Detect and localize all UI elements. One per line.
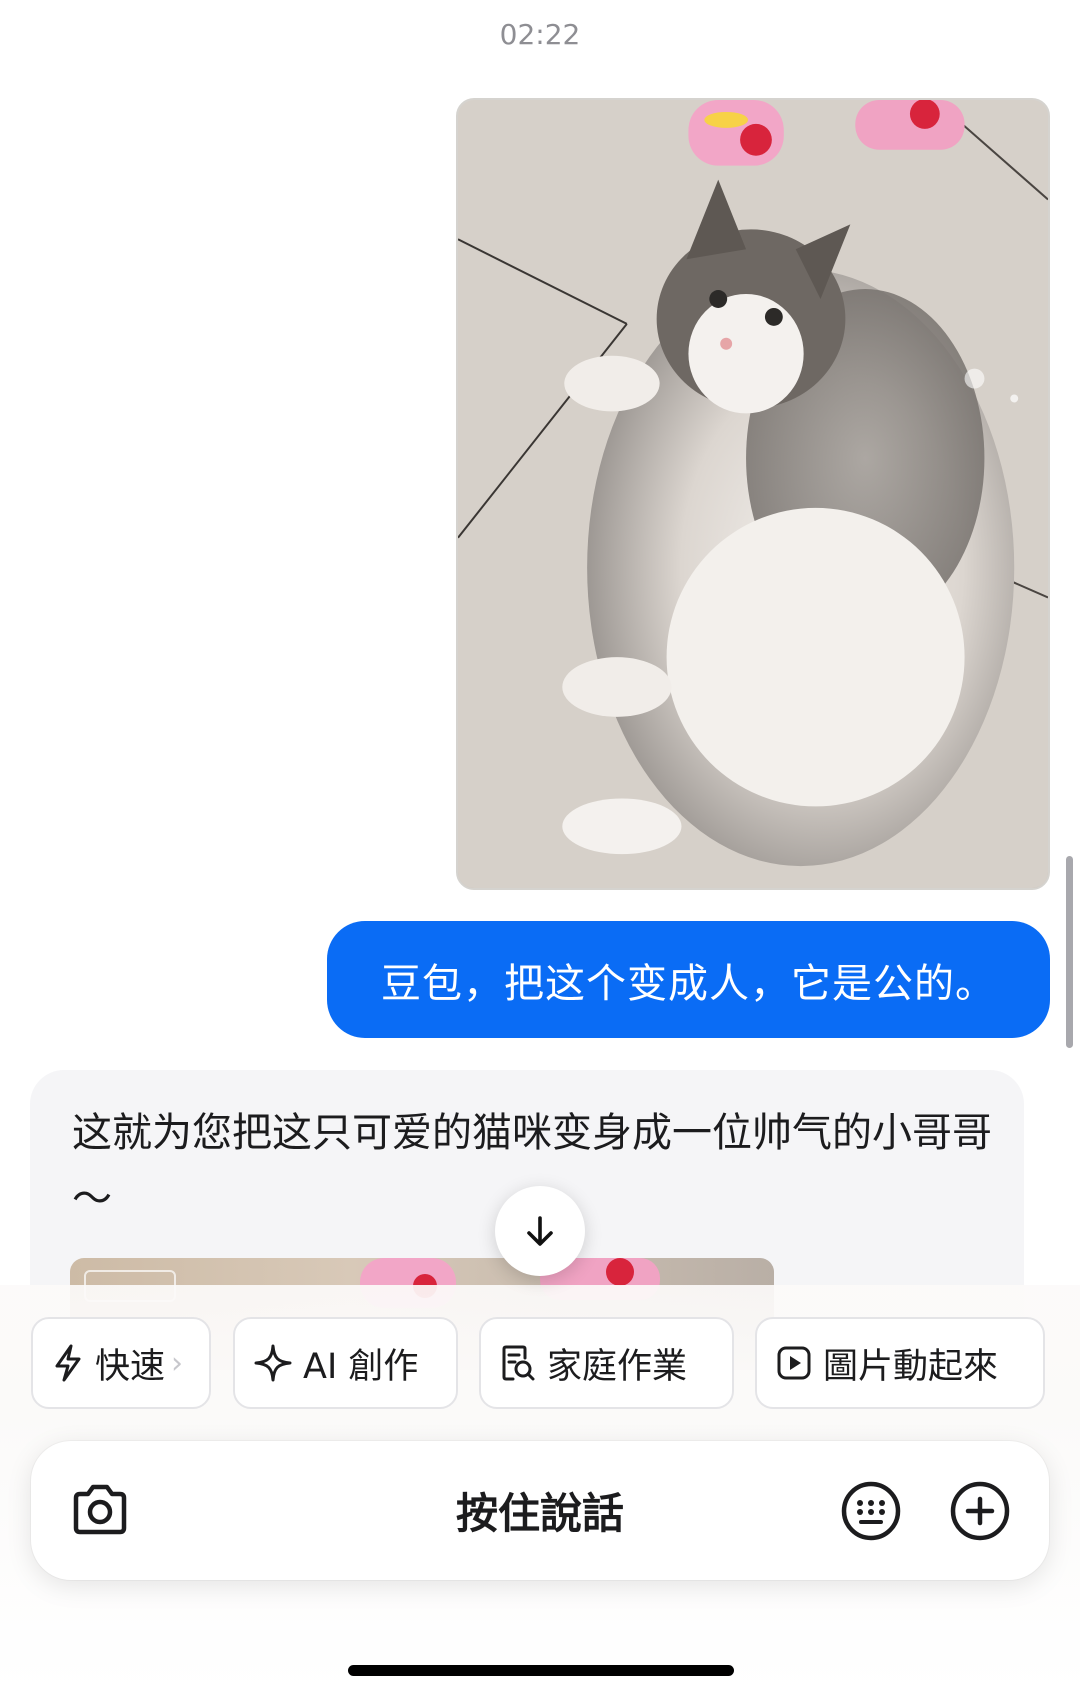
chip-quick[interactable]: 快速 › (31, 1317, 211, 1409)
sent-cat-photo[interactable] (456, 98, 1050, 890)
arrow-down-icon (527, 1216, 553, 1246)
lightning-icon (55, 1344, 81, 1382)
cat-photo-image (458, 100, 1048, 888)
chip-animate-image-label: 圖片動起來 (823, 1346, 999, 1387)
chat-screen: 02:22 豆包，把这个变成人，它是公的。 这就为您把这只可爱的猫咪变身成一位帅… (0, 0, 1080, 1697)
chip-homework[interactable]: 家庭作業 (479, 1317, 734, 1409)
scroll-to-bottom-button[interactable] (495, 1186, 585, 1276)
document-search-icon (502, 1345, 535, 1381)
play-icon (777, 1346, 811, 1380)
chip-ai-create[interactable]: AI 創作 (233, 1317, 458, 1409)
camera-icon[interactable] (65, 1476, 135, 1546)
chevron-right-icon: › (171, 1345, 184, 1381)
keyboard-icon[interactable] (836, 1476, 906, 1546)
home-indicator[interactable] (348, 1665, 734, 1676)
plus-icon[interactable] (945, 1476, 1015, 1546)
sparkle-icon (254, 1344, 292, 1382)
chip-ai-create-label: AI 創作 (303, 1346, 419, 1387)
chip-homework-label: 家庭作業 (547, 1346, 688, 1387)
scrollbar[interactable] (1066, 856, 1073, 1048)
chip-quick-label: 快速 (95, 1346, 166, 1387)
voice-input-bar[interactable]: 按住說話 (31, 1441, 1049, 1580)
message-timestamp: 02:22 (499, 18, 581, 51)
chip-animate-image[interactable]: 圖片動起來 (755, 1317, 1045, 1409)
user-message-bubble[interactable]: 豆包，把这个变成人，它是公的。 (327, 921, 1050, 1038)
